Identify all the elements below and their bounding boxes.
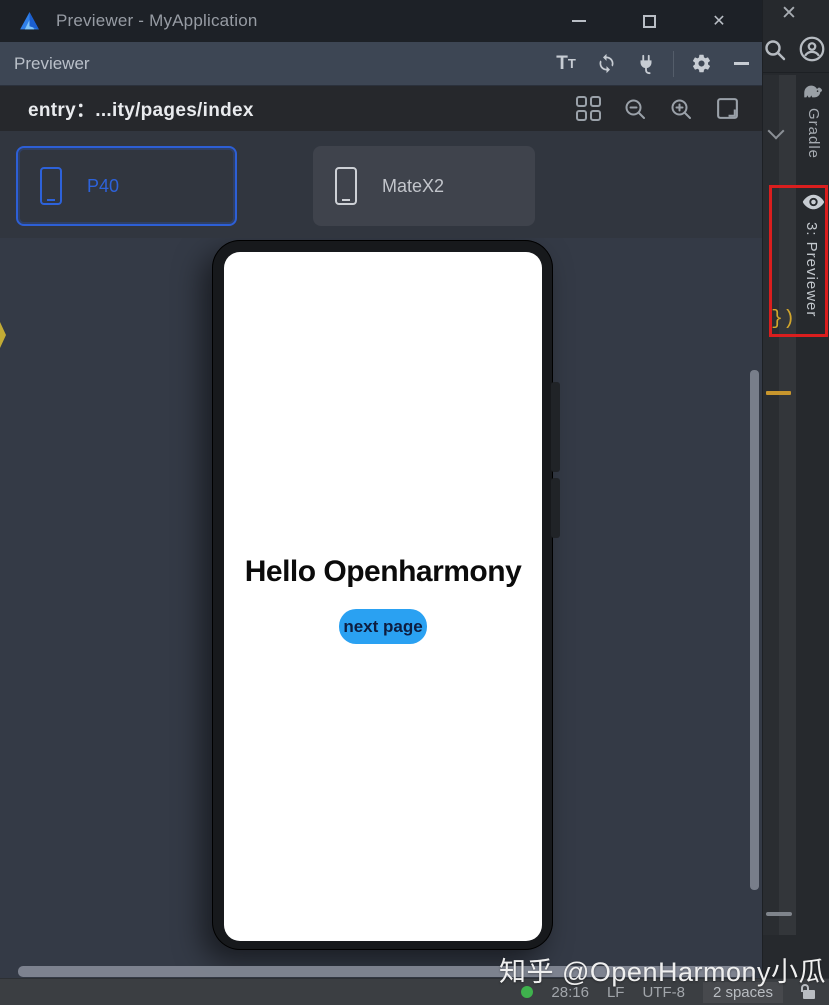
right-toolwindow-strip: ✕ Gradle 3: Previewer }) bbox=[762, 0, 829, 978]
preview-canvas: Hello Openharmony next page bbox=[0, 238, 762, 978]
plug-icon[interactable] bbox=[633, 51, 659, 77]
zoom-out-icon[interactable] bbox=[623, 97, 647, 121]
panel-splitter-handle[interactable] bbox=[766, 912, 792, 916]
search-icon[interactable] bbox=[763, 38, 787, 62]
chevron-down-icon[interactable] bbox=[767, 122, 785, 140]
volume-button bbox=[551, 382, 560, 472]
multi-profile-icon[interactable] bbox=[576, 96, 601, 121]
yellow-edge-marker bbox=[0, 322, 6, 348]
ide-close-icon[interactable]: ✕ bbox=[781, 2, 797, 25]
previewer-window: Previewer - MyApplication ✕ Previewer TT bbox=[0, 0, 762, 978]
gradle-tab[interactable]: Gradle bbox=[805, 108, 822, 159]
device-card-p40[interactable]: P40 bbox=[16, 146, 237, 226]
deveco-logo-icon bbox=[17, 9, 42, 34]
window-title: Previewer - MyApplication bbox=[56, 11, 258, 31]
device-frame: Hello Openharmony next page bbox=[212, 240, 553, 950]
vertical-scrollbar[interactable] bbox=[750, 370, 759, 890]
close-button[interactable]: ✕ bbox=[706, 8, 732, 34]
phone-icon bbox=[40, 167, 62, 205]
power-button bbox=[551, 478, 560, 538]
phone-icon bbox=[335, 167, 357, 205]
device-selector-row: P40 MateX2 bbox=[0, 131, 762, 238]
entry-path-bar: entry：...ity/pages/index bbox=[0, 86, 762, 131]
entry-path: entry：...ity/pages/index bbox=[28, 95, 254, 122]
watermark-text: 知乎 @OpenHarmony小瓜 bbox=[499, 950, 826, 989]
previewer-toolbar: Previewer TT bbox=[0, 42, 762, 86]
font-size-icon[interactable]: TT bbox=[553, 51, 579, 77]
hide-panel-icon[interactable] bbox=[728, 51, 754, 77]
profile-icon[interactable] bbox=[797, 34, 827, 64]
device-card-matex2[interactable]: MateX2 bbox=[313, 146, 535, 226]
maximize-button[interactable] bbox=[636, 8, 662, 34]
preview-title-text: Hello Openharmony bbox=[224, 555, 542, 589]
next-page-button[interactable]: next page bbox=[339, 609, 427, 644]
highlight-red-box bbox=[769, 185, 828, 337]
warning-stripe-mark bbox=[766, 391, 791, 395]
device-name: P40 bbox=[87, 176, 119, 197]
minimize-button[interactable] bbox=[566, 8, 592, 34]
window-titlebar: Previewer - MyApplication ✕ bbox=[0, 0, 762, 42]
window-controls: ✕ bbox=[566, 0, 732, 42]
device-screen: Hello Openharmony next page bbox=[224, 252, 542, 941]
refresh-icon[interactable] bbox=[593, 51, 619, 77]
original-size-icon[interactable] bbox=[715, 96, 740, 121]
device-name: MateX2 bbox=[382, 176, 444, 197]
strip-divider bbox=[763, 72, 829, 73]
gradle-elephant-icon bbox=[803, 84, 823, 99]
ide-root: Previewer - MyApplication ✕ Previewer TT bbox=[0, 0, 829, 1005]
previewer-toolbar-title: Previewer bbox=[14, 54, 90, 74]
toolbar-separator bbox=[673, 51, 674, 77]
zoom-in-icon[interactable] bbox=[669, 97, 693, 121]
settings-gear-icon[interactable] bbox=[688, 51, 714, 77]
